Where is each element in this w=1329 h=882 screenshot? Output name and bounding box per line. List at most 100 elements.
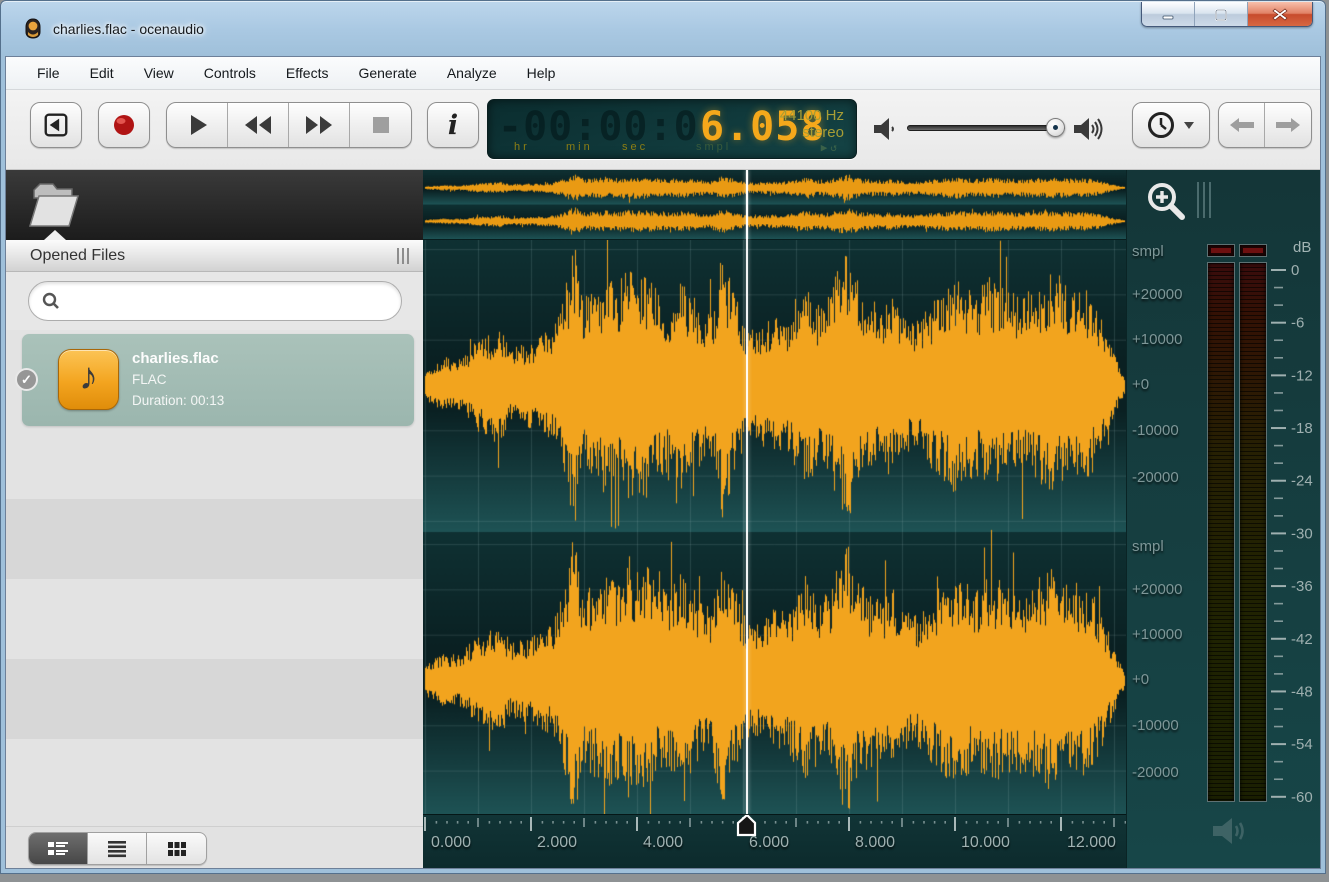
svg-text:-48: -48: [1291, 683, 1313, 700]
volume-slider-track[interactable]: [907, 125, 1065, 131]
amplitude-scale-label: +10000: [1132, 626, 1202, 643]
panel-header: Opened Files: [6, 240, 423, 272]
db-scale: dB0-6-12-18-24-30-36-42-48-54-60: [1271, 238, 1321, 808]
zoom-in-icon[interactable]: [1143, 178, 1191, 226]
waveform-editor: 0.0002.0004.0006.0008.00010.00012.000: [423, 170, 1126, 868]
search-box: [28, 281, 402, 321]
skip-to-start-icon: [41, 110, 71, 140]
view-mode-bar: [6, 826, 423, 868]
info-button[interactable]: i: [427, 102, 479, 148]
caption-buttons: [1141, 2, 1313, 27]
time-ruler[interactable]: 0.0002.0004.0006.0008.00010.00012.000: [423, 814, 1126, 869]
clip-indicator-right: [1239, 244, 1267, 257]
grid-view-button[interactable]: [147, 833, 206, 864]
menu-file[interactable]: File: [24, 60, 73, 86]
level-meter-right: [1239, 262, 1267, 802]
record-icon: [111, 112, 137, 138]
menu-effects[interactable]: Effects: [273, 60, 342, 86]
level-meter-panel: dB0-6-12-18-24-30-36-42-48-54-60 smpl+20…: [1126, 170, 1321, 868]
svg-text:-6: -6: [1291, 315, 1304, 332]
amplitude-scale-label: +20000: [1132, 286, 1202, 303]
detail-view-button[interactable]: [29, 833, 88, 864]
rewind-button[interactable]: [228, 103, 289, 147]
titlebar[interactable]: charlies.flac - ocenaudio: [1, 1, 1325, 56]
forward-button[interactable]: [1265, 103, 1311, 147]
menu-generate[interactable]: Generate: [345, 60, 429, 86]
menubar: File Edit View Controls Effects Generate…: [6, 57, 1320, 90]
amplitude-scale-label: -10000: [1132, 422, 1202, 439]
amplitude-scale-label: -20000: [1132, 764, 1202, 781]
file-item-charlies[interactable]: ✓ ♪ charlies.flac FLAC Duration: 00:13: [22, 334, 414, 426]
search-icon: [41, 291, 61, 311]
unit-hr: hr: [514, 141, 530, 153]
play-icon: [183, 111, 211, 139]
unit-min: min: [566, 141, 593, 153]
waveform-canvas[interactable]: [423, 240, 1126, 814]
svg-text:dB: dB: [1293, 239, 1311, 256]
play-button[interactable]: [167, 103, 228, 147]
panel-grip-handle[interactable]: [397, 248, 411, 264]
menu-edit[interactable]: Edit: [77, 60, 127, 86]
client-area: File Edit View Controls Effects Generate…: [5, 56, 1321, 869]
ruler-label: 4.000: [643, 834, 683, 852]
clock-icon: [1146, 110, 1176, 140]
close-icon: [1272, 8, 1288, 21]
playhead-cursor[interactable]: [746, 170, 748, 814]
ruler-label: 10.000: [961, 834, 1010, 852]
volume-low-icon: [872, 114, 900, 144]
panel-title: Opened Files: [6, 247, 125, 265]
search-input[interactable]: [61, 286, 401, 316]
svg-text:0: 0: [1291, 262, 1299, 279]
svg-text:-24: -24: [1291, 473, 1313, 490]
menu-controls[interactable]: Controls: [191, 60, 269, 86]
amplitude-scale-label: +20000: [1132, 581, 1202, 598]
volume-slider-thumb[interactable]: [1046, 118, 1065, 137]
svg-text:-36: -36: [1291, 578, 1313, 595]
back-button[interactable]: [1219, 103, 1265, 147]
menu-analyze[interactable]: Analyze: [434, 60, 510, 86]
app-window: charlies.flac - ocenaudio File Edit View…: [0, 0, 1326, 874]
music-note-icon: ♪: [79, 356, 98, 399]
svg-text:-12: -12: [1291, 367, 1313, 384]
file-text: charlies.flac FLAC Duration: 00:13: [132, 348, 224, 411]
skip-to-start-button[interactable]: [30, 102, 82, 148]
audio-file-icon: ♪: [58, 349, 119, 410]
svg-text:-30: -30: [1291, 525, 1313, 542]
file-format: FLAC: [132, 369, 224, 390]
close-button[interactable]: [1248, 2, 1312, 27]
list-view-button[interactable]: [88, 833, 147, 864]
time-display[interactable]: -00:00:0 6.058 44100 Hz stereo hr min se…: [487, 99, 857, 159]
maximize-button[interactable]: [1195, 2, 1248, 27]
ruler-label: 6.000: [749, 834, 789, 852]
search-row: [6, 272, 423, 330]
fast-forward-button[interactable]: [289, 103, 350, 147]
meter-panel-grip-handle[interactable]: [1197, 182, 1213, 218]
overview-waveform[interactable]: [423, 170, 1126, 240]
maximize-icon: [1214, 9, 1228, 21]
active-tab-notch: [44, 230, 66, 240]
monitor-speaker-icon[interactable]: [1211, 814, 1259, 848]
unit-smpl: smpl: [696, 141, 731, 153]
main-area: Opened Files: [6, 170, 1320, 868]
minimize-icon: [1161, 9, 1175, 21]
amplitude-scale-label: -20000: [1132, 469, 1202, 486]
fast-forward-icon: [303, 113, 335, 137]
record-button[interactable]: [98, 102, 150, 148]
forward-arrow-icon: [1275, 116, 1301, 134]
level-meter-left: [1207, 262, 1235, 802]
list-stripe: [6, 659, 423, 739]
menu-view[interactable]: View: [131, 60, 187, 86]
stop-button[interactable]: [350, 103, 411, 147]
sidebar-tab-strip: [6, 170, 423, 240]
ruler-label: 12.000: [1067, 834, 1116, 852]
opened-files-folder-icon[interactable]: [26, 176, 84, 234]
sample-rate: 44100 Hz: [780, 107, 844, 124]
lcd-play-loop-icons: ▶↺: [821, 141, 840, 154]
menu-help[interactable]: Help: [514, 60, 569, 86]
time-format-dropdown-button[interactable]: [1132, 102, 1210, 148]
minimize-button[interactable]: [1142, 2, 1195, 27]
amplitude-scale-label: +0: [1132, 376, 1202, 393]
sidebar: Opened Files: [6, 170, 423, 868]
list-stripe: [6, 499, 423, 579]
amplitude-scale-label: +0: [1132, 671, 1202, 688]
